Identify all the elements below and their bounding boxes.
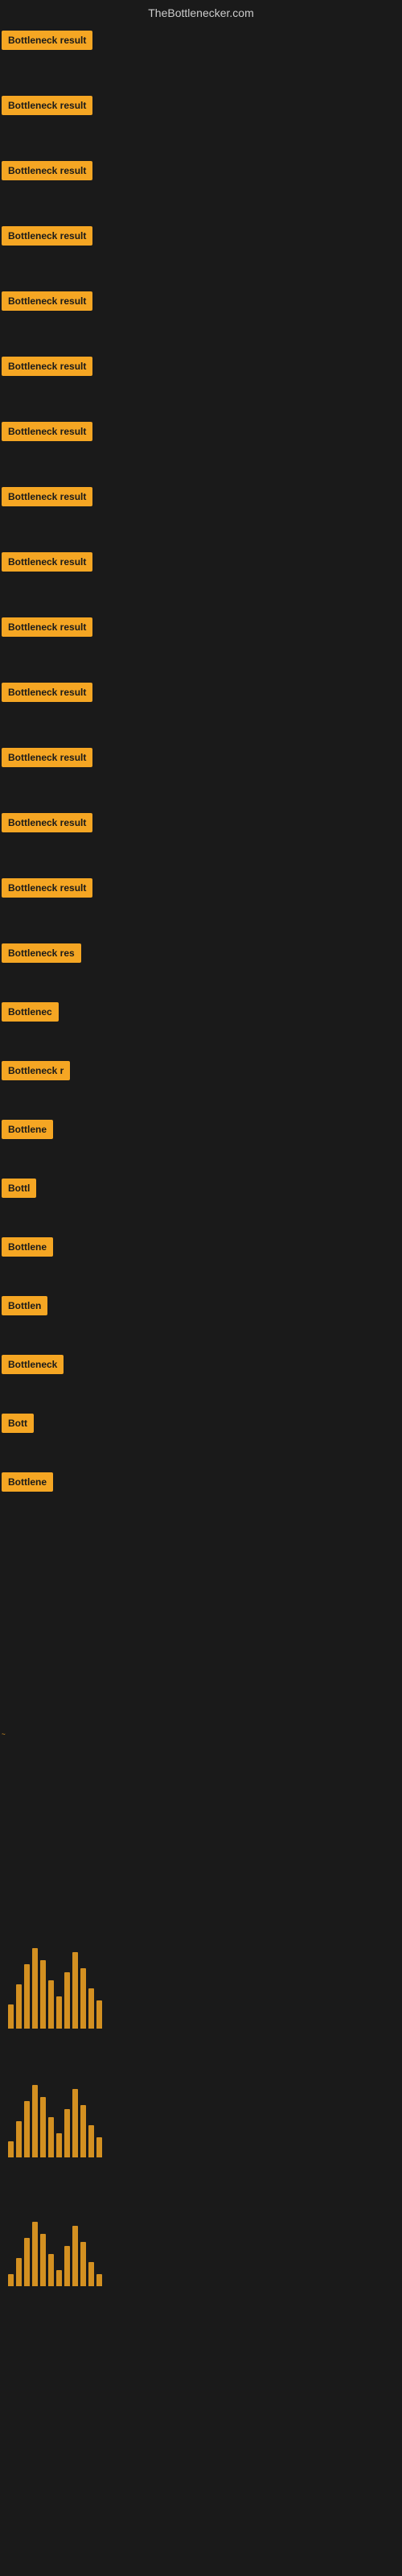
chart-bar-group-2 xyxy=(0,2222,110,2286)
bottleneck-badge: Bottleneck result xyxy=(2,487,92,506)
list-item: Bottleneck result xyxy=(0,226,402,250)
bottleneck-badge: Bottlene xyxy=(2,1237,53,1257)
bottom-section: ~ xyxy=(2,1731,6,1754)
list-item: Bottleneck result xyxy=(0,487,402,510)
bottleneck-badge: Bottleneck result xyxy=(2,683,92,702)
list-item: Bottlene xyxy=(0,1237,402,1261)
chart-bar xyxy=(8,2274,14,2286)
chart-bar xyxy=(88,2262,94,2286)
bottleneck-badge: Bottleneck result xyxy=(2,552,92,572)
bottleneck-badge: Bottleneck result xyxy=(2,748,92,767)
list-item: Bottleneck xyxy=(0,1355,402,1378)
chart-bar xyxy=(56,2133,62,2157)
chart-bar xyxy=(8,2004,14,2029)
list-item: Bottlene xyxy=(0,1120,402,1143)
list-item: Bottl xyxy=(0,1179,402,1202)
chart-bar xyxy=(56,2270,62,2286)
chart-bar-group-1 xyxy=(0,2077,110,2157)
bottleneck-badge: Bottlene xyxy=(2,1472,53,1492)
chart-bar xyxy=(48,2117,54,2157)
list-item: Bottleneck result xyxy=(0,748,402,771)
chart-bar xyxy=(96,2137,102,2157)
list-item: Bottleneck result xyxy=(0,291,402,315)
list-item: Bottlene xyxy=(0,1472,402,1496)
bottleneck-badge: Bottleneck result xyxy=(2,226,92,246)
chart-bar xyxy=(40,2234,46,2286)
chart-bar xyxy=(80,2242,86,2286)
list-item: Bottleneck result xyxy=(0,357,402,380)
chart-bar xyxy=(72,2089,78,2157)
chart-bar xyxy=(64,2109,70,2157)
bottleneck-badge: Bottleneck result xyxy=(2,161,92,180)
chart-area xyxy=(0,1852,402,2576)
chart-bar xyxy=(56,1996,62,2029)
bottleneck-badge: Bottleneck result xyxy=(2,291,92,311)
bottleneck-list: Bottleneck result Bottleneck result Bottle… xyxy=(0,31,402,1496)
list-item: Bott xyxy=(0,1414,402,1437)
chart-bar xyxy=(24,1964,30,2029)
chart-bar xyxy=(80,1968,86,2029)
bottleneck-badge: Bottleneck res xyxy=(2,943,81,963)
bottleneck-badge: Bottlenec xyxy=(2,1002,59,1022)
bottleneck-badge: Bottlene xyxy=(2,1120,53,1139)
list-item: Bottleneck result xyxy=(0,552,402,576)
bottleneck-badge: Bottleneck xyxy=(2,1355,64,1374)
chart-bar xyxy=(24,2101,30,2157)
list-item: Bottleneck result xyxy=(0,422,402,445)
chart-bar xyxy=(80,2105,86,2157)
site-title: TheBottlenecker.com xyxy=(148,6,254,19)
chart-bar xyxy=(72,2226,78,2286)
page-wrapper: TheBottlenecker.com Bottleneck resultBot… xyxy=(0,0,402,2576)
chart-bar xyxy=(32,2085,38,2157)
chart-bar xyxy=(64,2246,70,2286)
list-item: Bottleneck result xyxy=(0,96,402,119)
bottleneck-badge: Bottleneck result xyxy=(2,813,92,832)
list-item: Bottleneck result xyxy=(0,878,402,902)
chart-bar xyxy=(16,1984,22,2029)
bottleneck-badge: Bottleneck r xyxy=(2,1061,70,1080)
list-item: Bottleneck result xyxy=(0,31,402,54)
bottleneck-badge: Bott xyxy=(2,1414,34,1433)
bottleneck-badge: Bottleneck result xyxy=(2,96,92,115)
bottleneck-badge: Bottleneck result xyxy=(2,31,92,50)
chart-bar xyxy=(64,1972,70,2029)
bottleneck-badge: Bottleneck result xyxy=(2,422,92,441)
list-item: Bottleneck res xyxy=(0,943,402,967)
list-item: Bottleneck result xyxy=(0,161,402,184)
chart-bar xyxy=(16,2121,22,2157)
chart-bar xyxy=(32,2222,38,2286)
chart-bar xyxy=(96,2000,102,2029)
chart-bar xyxy=(40,1960,46,2029)
bottleneck-badge: Bottlen xyxy=(2,1296,47,1315)
list-item: Bottleneck result xyxy=(0,617,402,641)
list-item: Bottleneck r xyxy=(0,1061,402,1084)
chart-bar xyxy=(72,1952,78,2029)
chart-bar xyxy=(40,2097,46,2157)
chart-bar-group-0 xyxy=(0,1932,110,2029)
list-item: Bottleneck result xyxy=(0,813,402,836)
bottleneck-badge: Bottleneck result xyxy=(2,357,92,376)
chart-bar xyxy=(88,1988,94,2029)
bottleneck-badge: Bottleneck result xyxy=(2,617,92,637)
small-label: ~ xyxy=(2,1731,6,1738)
site-header: TheBottlenecker.com xyxy=(0,0,402,31)
list-item: Bottleneck result xyxy=(0,683,402,706)
chart-bar xyxy=(16,2258,22,2286)
bottleneck-badge: Bottl xyxy=(2,1179,36,1198)
chart-bar xyxy=(32,1948,38,2029)
list-item: Bottlenec xyxy=(0,1002,402,1026)
list-item: Bottlen xyxy=(0,1296,402,1319)
chart-bar xyxy=(48,2254,54,2286)
chart-bar xyxy=(24,2238,30,2286)
chart-bar xyxy=(88,2125,94,2157)
chart-bar xyxy=(48,1980,54,2029)
bottleneck-badge: Bottleneck result xyxy=(2,878,92,898)
chart-bar xyxy=(8,2141,14,2157)
chart-bar xyxy=(96,2274,102,2286)
